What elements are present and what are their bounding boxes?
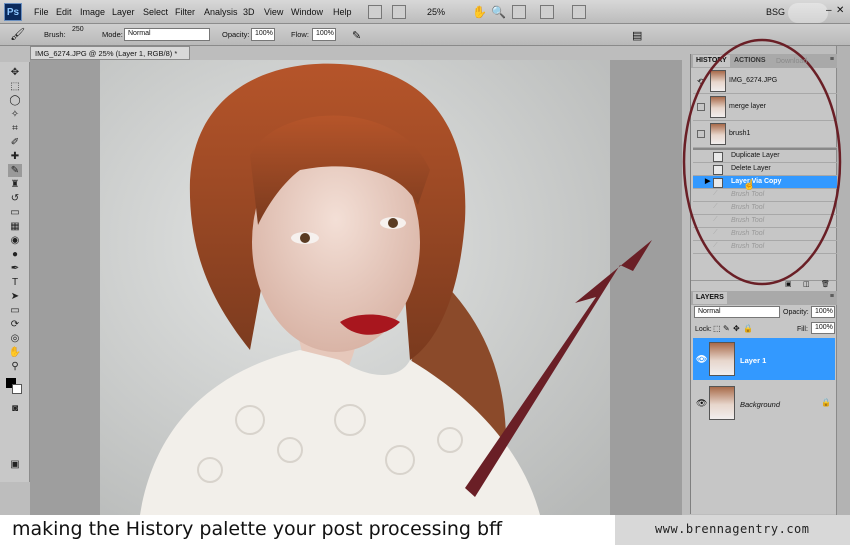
annotation-overlay bbox=[465, 38, 842, 497]
site-url: www.brennagentry.com bbox=[655, 522, 810, 536]
annotation-arrow bbox=[465, 240, 652, 497]
caption-text: making the History palette your post pro… bbox=[12, 518, 503, 540]
watermark-text: Download bbox=[776, 58, 808, 65]
annotation-circle bbox=[682, 38, 842, 286]
